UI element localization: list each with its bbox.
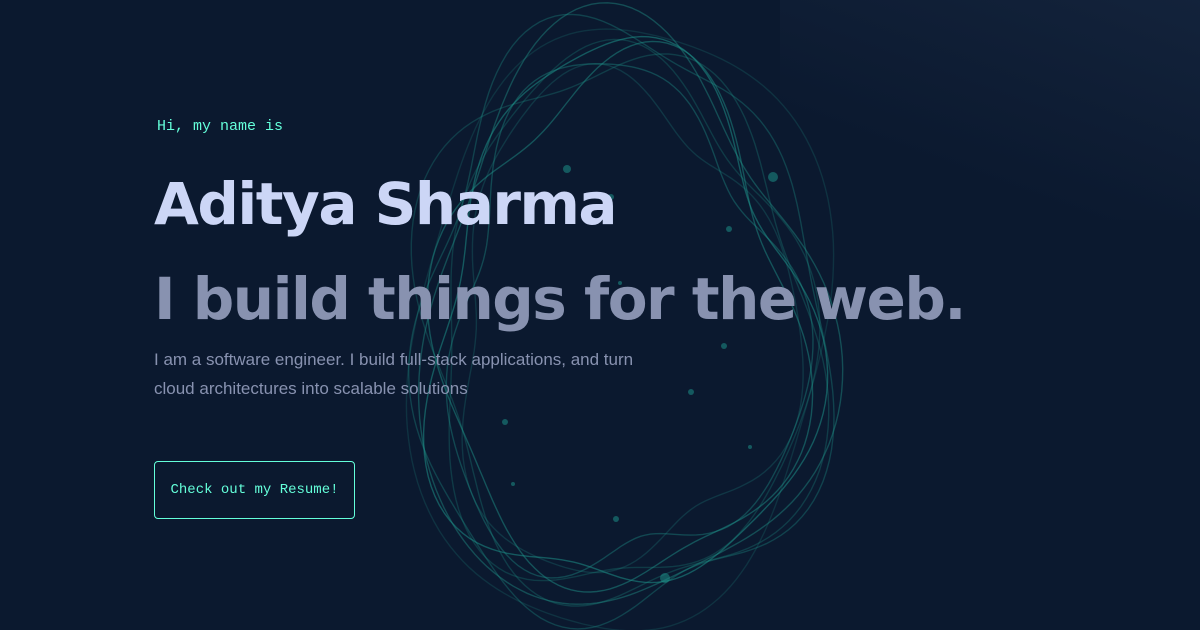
name-heading: Aditya Sharma <box>154 170 618 238</box>
resume-button[interactable]: Check out my Resume! <box>154 461 355 519</box>
tagline-heading: I build things for the web. <box>154 265 966 333</box>
hero-section: Hi, my name is Aditya Sharma I build thi… <box>154 0 1054 630</box>
greeting-text: Hi, my name is <box>157 118 284 135</box>
intro-paragraph: I am a software engineer. I build full-s… <box>154 350 634 398</box>
hero-page: Hi, my name is Aditya Sharma I build thi… <box>0 0 1200 630</box>
